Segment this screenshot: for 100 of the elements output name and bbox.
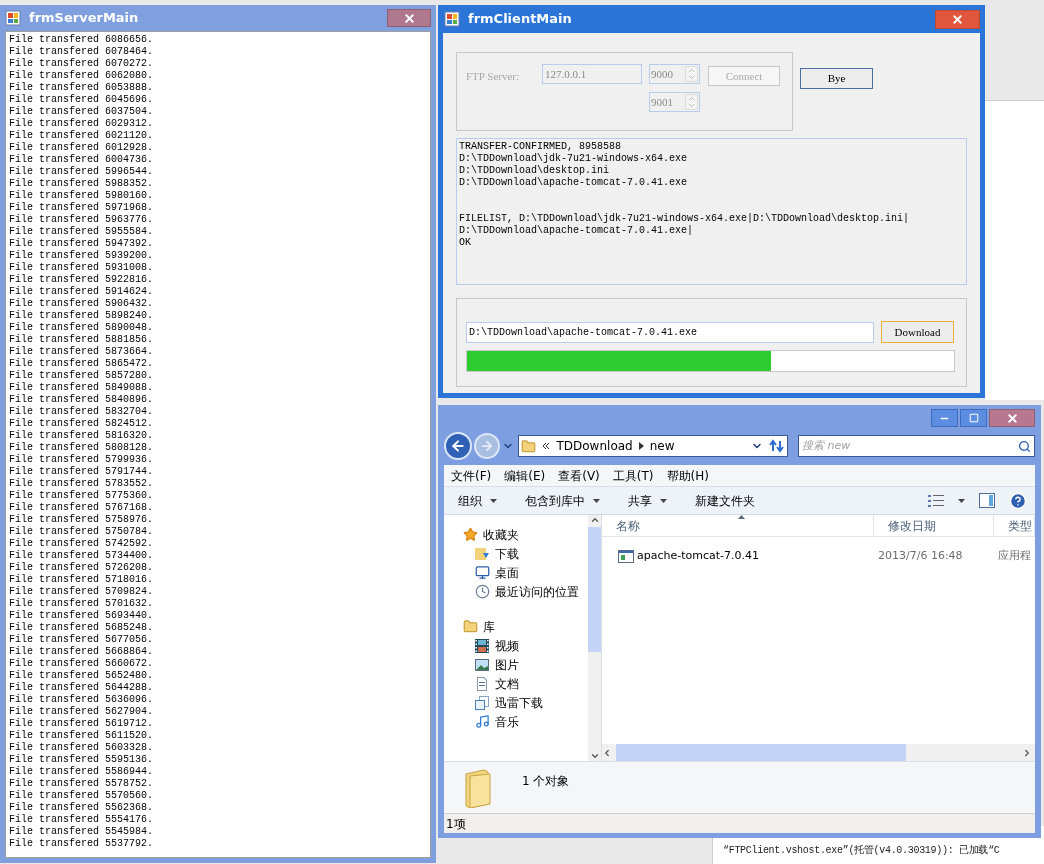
nav-item[interactable]: 文档 (444, 674, 519, 693)
log-line: File transfered 5742592. (9, 538, 154, 550)
nav-label: 桌面 (495, 564, 519, 582)
download-button[interactable]: Download (881, 321, 954, 343)
bye-button[interactable]: Bye (800, 68, 873, 89)
log-line: File transfered 5586944. (9, 766, 154, 778)
column-header[interactable]: 类型 (994, 515, 1035, 536)
path-field[interactable]: D:\TDDownload\apache-tomcat-7.0.41.exe (466, 321, 874, 343)
log-line: File transfered 5971968. (9, 202, 154, 214)
log-line: File transfered 5758976. (9, 514, 154, 526)
log-line: File transfered 5988352. (9, 178, 154, 190)
log-line: File transfered 5873664. (9, 346, 154, 358)
log-line: File transfered 5955584. (9, 226, 154, 238)
log-line: File transfered 5914624. (9, 286, 154, 298)
log-line: File transfered 5595136. (9, 754, 154, 766)
nav-item[interactable]: 最近访问的位置 (444, 582, 579, 601)
log-line: File transfered 5660672. (9, 658, 154, 670)
toolbar-button[interactable]: 组织 (458, 491, 497, 510)
column-header[interactable]: 名称 (602, 515, 874, 536)
log-line: File transfered 5677056. (9, 634, 154, 646)
file-name: apache-tomcat-7.0.41 (637, 548, 760, 565)
log-line: File transfered 5963776. (9, 214, 154, 226)
menu-item[interactable]: 查看(V) (558, 466, 600, 485)
type-cell-text: 应用程 (997, 548, 1031, 565)
log-line: File transfered 5537792. (9, 838, 154, 850)
toolbar-button[interactable]: 新建文件夹 (695, 491, 755, 510)
log-line: File transfered 6062080. (9, 70, 154, 82)
breadcrumb-item[interactable]: TDDownload (556, 437, 633, 455)
log-line: File transfered 5578752. (9, 778, 154, 790)
log-line: File transfered 5685248. (9, 622, 154, 634)
nav-label: 图片 (495, 656, 519, 674)
nav-label: 库 (483, 618, 495, 636)
log-line: D:\TDDownload\jdk-7u21-windows-x64.exe (459, 153, 689, 165)
log-line: File transfered 6037504. (9, 106, 154, 118)
server-label: FTP Server: (466, 69, 521, 84)
log-line: File transfered 5734400. (9, 550, 154, 562)
log-line: File transfered 6078464. (9, 46, 154, 58)
window-title: frmServerMain (29, 9, 139, 28)
toolbar-button[interactable]: 包含到库中 (525, 491, 600, 510)
log-line: File transfered 6053888. (9, 82, 154, 94)
nav-label: 迅雷下载 (495, 694, 543, 712)
log-line: File transfered 5808128. (9, 442, 154, 454)
log-line: File transfered 5890048. (9, 322, 154, 334)
address-bar[interactable]: TDDownload new (518, 435, 789, 457)
status-text: 1项 (446, 815, 466, 833)
nav-item[interactable]: 图片 (444, 655, 519, 674)
nav-item[interactable]: 音乐 (444, 712, 519, 731)
log-line: File transfered 5980160. (9, 190, 154, 202)
log-line: File transfered 5931008. (9, 262, 154, 274)
log-line: File transfered 5554176. (9, 814, 154, 826)
log-line: File transfered 5939200. (9, 250, 154, 262)
nav-item[interactable]: 库 (444, 617, 495, 636)
log-line: TRANSFER-CONFIRMED, 8958588 (459, 141, 623, 153)
log-line: File transfered 5652480. (9, 670, 154, 682)
log-line: File transfered 6021120. (9, 130, 154, 142)
log-line: File transfered 5799936. (9, 454, 154, 466)
log-line: File transfered 5701632. (9, 598, 154, 610)
log-line: File transfered 5611520. (9, 730, 154, 742)
file-name-cell[interactable]: apache-tomcat-7.0.41 (618, 548, 874, 565)
menu-item[interactable]: 工具(T) (612, 466, 654, 485)
log-line: File transfered 5865472. (9, 358, 154, 370)
log-line: File transfered 5644288. (9, 682, 154, 694)
log-line: File transfered 6029312. (9, 118, 154, 130)
log-line: File transfered 5562368. (9, 802, 154, 814)
log-line: File transfered 5791744. (9, 466, 154, 478)
log-line: File transfered 6045696. (9, 94, 154, 106)
log-line: File transfered 6086656. (9, 34, 154, 46)
log-line: File transfered 5824512. (9, 418, 154, 430)
search-placeholder: 搜索 new (802, 437, 852, 454)
nav-label: 收藏夹 (483, 526, 519, 544)
log-line: File transfered 5619712. (9, 718, 154, 730)
log-line: OK (459, 237, 472, 249)
menu-item[interactable]: 文件(F) (451, 466, 492, 485)
log-line: File transfered 5947392. (9, 238, 154, 250)
nav-item[interactable]: 迅雷下载 (444, 693, 543, 712)
modified-cell-text: 2013/7/6 16:48 (877, 548, 964, 565)
column-header[interactable]: 修改日期 (874, 515, 994, 536)
log-line: File transfered 5627904. (9, 706, 154, 718)
nav-label: 下载 (495, 545, 519, 563)
log-line: File transfered 5636096. (9, 694, 154, 706)
nav-item[interactable]: 下载 (444, 544, 519, 563)
log-line: File transfered 5726208. (9, 562, 154, 574)
log-line: File transfered 5996544. (9, 166, 154, 178)
nav-label: 文档 (495, 675, 519, 693)
breadcrumb-item[interactable]: new (649, 437, 675, 455)
item-count: 1 个对象 (522, 773, 570, 790)
window-title: frmClientMain (468, 10, 572, 29)
log-line: File transfered 5840896. (9, 394, 154, 406)
log-line: D:\TDDownload\desktop.ini (459, 165, 611, 177)
nav-item[interactable]: 视频 (444, 636, 519, 655)
menu-item[interactable]: 编辑(E) (504, 466, 546, 485)
log-line: File transfered 5816320. (9, 430, 154, 442)
log-line: File transfered 6004736. (9, 154, 154, 166)
nav-item[interactable]: 桌面 (444, 563, 519, 582)
menu-item[interactable]: 帮助(H) (666, 466, 709, 485)
nav-item[interactable]: 收藏夹 (444, 525, 519, 544)
toolbar-button[interactable]: 共享 (628, 491, 667, 510)
log-line: File transfered 6012928. (9, 142, 154, 154)
log-line: File transfered 5718016. (9, 574, 154, 586)
port-value: 9001 (650, 94, 674, 110)
